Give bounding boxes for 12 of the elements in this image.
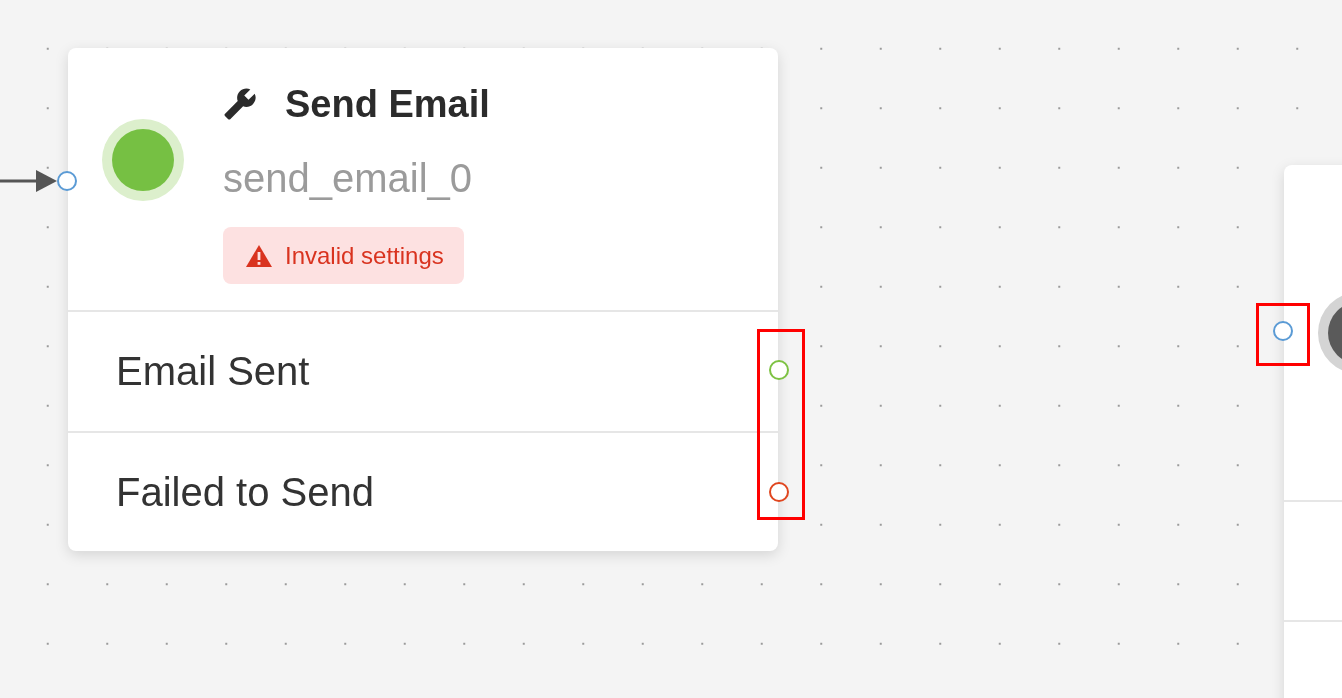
output-label: Email Sent <box>116 349 310 394</box>
node-title: Send Email <box>285 82 490 126</box>
input-port[interactable] <box>1273 321 1293 341</box>
input-port[interactable] <box>57 171 77 191</box>
node-id: send_email_0 <box>223 155 473 202</box>
wrench-icon <box>223 87 257 121</box>
output-port[interactable] <box>769 482 789 502</box>
warning-badge: Invalid settings <box>223 227 464 284</box>
output-port[interactable] <box>769 360 789 380</box>
output-label: Failed to Send <box>116 469 374 515</box>
node-card[interactable]: Send Email send_email_0 Invalid settings Email Sent Failed to Send <box>68 48 778 551</box>
warning-icon <box>245 243 273 268</box>
